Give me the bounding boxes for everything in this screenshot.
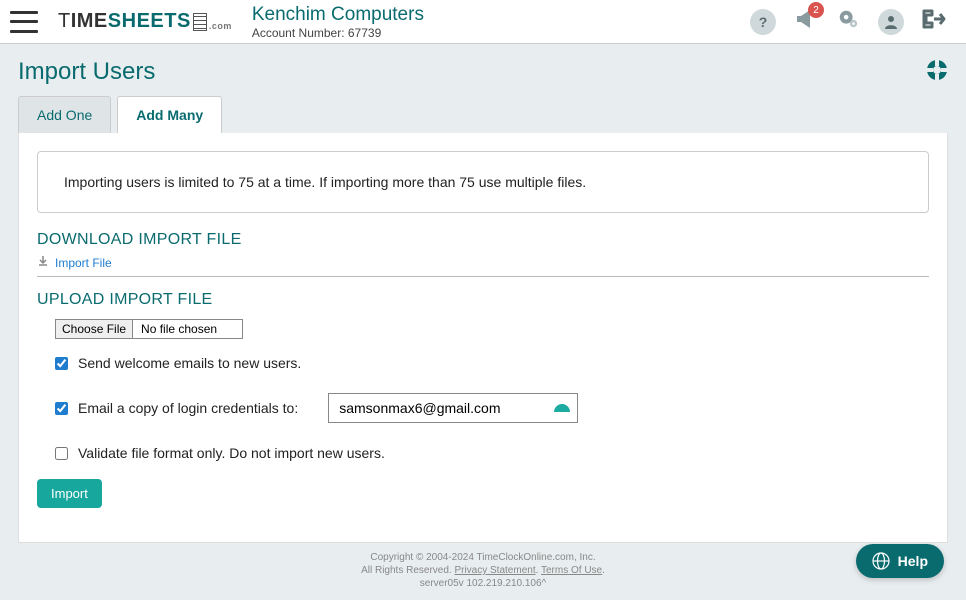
logo-sheet-icon bbox=[193, 13, 207, 31]
send-welcome-checkbox[interactable] bbox=[55, 357, 68, 370]
email-copy-row: Email a copy of login credentials to: bbox=[55, 393, 929, 423]
logo-ime: IME bbox=[71, 10, 108, 33]
logout-icon[interactable] bbox=[922, 8, 946, 35]
tab-add-many[interactable]: Add Many bbox=[117, 96, 222, 133]
download-icon bbox=[37, 255, 49, 270]
announcement-icon[interactable]: 2 bbox=[794, 8, 818, 35]
import-file-link-row: Import File bbox=[37, 255, 929, 270]
logo-t: T bbox=[58, 10, 71, 33]
main-panel: Importing users is limited to 75 at a ti… bbox=[18, 133, 948, 543]
footer-links: All Rights Reserved. Privacy Statement. … bbox=[0, 564, 966, 577]
divider bbox=[37, 276, 929, 277]
page-title-row: Import Users bbox=[0, 44, 966, 96]
footer-server: server05v 102.219.210.106^ bbox=[0, 577, 966, 590]
validate-only-row: Validate file format only. Do not import… bbox=[55, 445, 929, 461]
footer: Copyright © 2004-2024 TimeClockOnline.co… bbox=[0, 551, 966, 590]
settings-gear-icon[interactable] bbox=[836, 8, 860, 35]
email-copy-checkbox[interactable] bbox=[55, 402, 68, 415]
send-welcome-row: Send welcome emails to new users. bbox=[55, 355, 929, 371]
floating-help-button[interactable]: Help bbox=[856, 544, 944, 578]
app-logo[interactable]: TIMESHEETS .com bbox=[58, 10, 232, 33]
file-chooser-row: Choose File No file chosen bbox=[55, 319, 929, 339]
email-copy-label: Email a copy of login credentials to: bbox=[78, 400, 298, 416]
email-input[interactable] bbox=[328, 393, 578, 423]
company-info: Kenchim Computers Account Number: 67739 bbox=[252, 4, 424, 40]
globe-icon bbox=[872, 552, 890, 570]
page-title: Import Users bbox=[18, 58, 155, 86]
file-chosen-status: No file chosen bbox=[133, 319, 243, 339]
import-button[interactable]: Import bbox=[37, 479, 102, 508]
lifebuoy-help-icon[interactable] bbox=[926, 59, 948, 86]
logo-dotcom: .com bbox=[209, 21, 232, 33]
app-header: TIMESHEETS .com Kenchim Computers Account… bbox=[0, 0, 966, 44]
email-input-wrap bbox=[328, 393, 578, 423]
validate-only-checkbox[interactable] bbox=[55, 447, 68, 460]
upload-section-title: UPLOAD IMPORT FILE bbox=[37, 291, 929, 309]
send-welcome-label: Send welcome emails to new users. bbox=[78, 355, 301, 371]
help-icon[interactable]: ? bbox=[750, 9, 776, 35]
company-name: Kenchim Computers bbox=[252, 4, 424, 26]
hamburger-menu-icon[interactable] bbox=[10, 11, 38, 33]
tabs: Add One Add Many bbox=[0, 96, 966, 133]
footer-copyright: Copyright © 2004-2024 TimeClockOnline.co… bbox=[0, 551, 966, 564]
import-file-link[interactable]: Import File bbox=[55, 256, 112, 270]
info-box: Importing users is limited to 75 at a ti… bbox=[37, 151, 929, 213]
header-icons: ? 2 bbox=[750, 8, 956, 35]
privacy-link[interactable]: Privacy Statement bbox=[454, 565, 535, 576]
validate-only-label: Validate file format only. Do not import… bbox=[78, 445, 385, 461]
logo-sheets: SHEETS bbox=[108, 10, 191, 33]
user-profile-icon[interactable] bbox=[878, 9, 904, 35]
tab-add-one[interactable]: Add One bbox=[18, 96, 111, 133]
terms-link[interactable]: Terms Of Use bbox=[541, 565, 602, 576]
account-number: Account Number: 67739 bbox=[252, 26, 424, 40]
download-section-title: DOWNLOAD IMPORT FILE bbox=[37, 231, 929, 249]
choose-file-button[interactable]: Choose File bbox=[55, 319, 133, 339]
notification-badge: 2 bbox=[808, 2, 824, 18]
help-label: Help bbox=[898, 553, 928, 569]
